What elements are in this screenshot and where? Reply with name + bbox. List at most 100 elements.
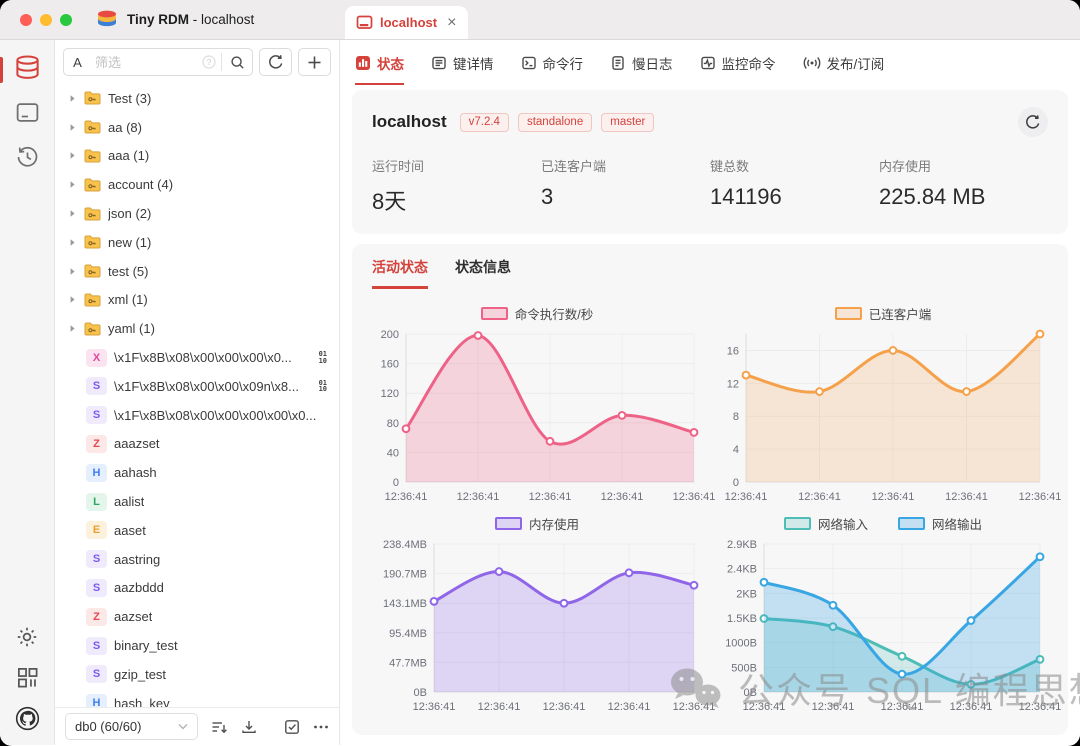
activity-bar — [0, 40, 55, 745]
checkbox-icon[interactable] — [284, 719, 300, 735]
folder-label: test (5) — [108, 264, 148, 279]
nav-tab-status[interactable]: 状态 — [355, 40, 404, 85]
history-icon[interactable] — [15, 145, 40, 169]
nav-tab-5[interactable]: 发布/订阅 — [803, 40, 885, 85]
legend-label: 命令执行数/秒 — [515, 304, 593, 323]
activity-bar-bottom — [15, 625, 40, 731]
panel-tab-0[interactable]: 活动状态 — [372, 257, 428, 289]
tree-folder-row[interactable]: new (1) — [55, 228, 339, 257]
svg-text:12:36:41: 12:36:41 — [725, 491, 768, 503]
server-box-icon[interactable] — [15, 101, 40, 124]
legend-entry[interactable]: 网络输出 — [898, 514, 982, 533]
tree-folder-row[interactable]: aa (8) — [55, 113, 339, 142]
svg-text:47.7MB: 47.7MB — [389, 657, 427, 669]
svg-text:12:36:41: 12:36:41 — [945, 491, 988, 503]
svg-text:0B: 0B — [414, 687, 427, 699]
key-type-badge: H — [86, 694, 107, 707]
legend-swatch — [495, 517, 522, 530]
github-icon[interactable] — [15, 706, 40, 731]
download-icon[interactable] — [241, 719, 257, 735]
reload-keys-button[interactable] — [259, 48, 292, 76]
add-key-button[interactable] — [298, 48, 331, 76]
tree-key-row[interactable]: Laalist — [55, 487, 339, 516]
minimize-window-button[interactable] — [40, 14, 52, 26]
search-icon[interactable] — [222, 55, 252, 70]
connection-tab[interactable]: localhost × — [345, 6, 468, 39]
chart-legend: 内存使用 — [372, 512, 702, 534]
pubsub-icon — [803, 55, 821, 71]
tree-key-row[interactable]: Saastring — [55, 545, 339, 574]
folder-icon — [84, 322, 101, 336]
tree-folder-row[interactable]: json (2) — [55, 199, 339, 228]
svg-text:12:36:41: 12:36:41 — [812, 701, 855, 713]
close-icon[interactable]: × — [447, 15, 456, 31]
svg-text:12:36:41: 12:36:41 — [608, 701, 651, 713]
legend-label: 网络输入 — [818, 514, 868, 533]
chevron-right-icon[interactable] — [68, 180, 77, 189]
tree-folder-row[interactable]: yaml (1) — [55, 314, 339, 343]
tree-key-row[interactable]: Eaaset — [55, 516, 339, 545]
tree-key-row[interactable]: S\x1F\x8B\x08\x00\x00\x00\x00\x0... — [55, 401, 339, 430]
server-badge: master — [601, 113, 654, 132]
chevron-right-icon[interactable] — [68, 123, 77, 132]
chevron-right-icon[interactable] — [68, 267, 77, 276]
legend-entry[interactable]: 命令执行数/秒 — [481, 304, 593, 323]
tree-key-row[interactable]: Sbinary_test — [55, 631, 339, 660]
svg-text:12:36:41: 12:36:41 — [385, 491, 428, 503]
chevron-right-icon[interactable] — [68, 238, 77, 247]
svg-text:4: 4 — [733, 444, 739, 456]
nav-tab-2[interactable]: 命令行 — [521, 40, 584, 85]
gear-icon[interactable] — [15, 625, 39, 649]
legend-entry[interactable]: 网络输入 — [784, 514, 868, 533]
folder-icon — [84, 91, 101, 105]
chevron-right-icon[interactable] — [68, 324, 77, 333]
tree-key-row[interactable]: Hhash_key — [55, 689, 339, 707]
nav-tabs: 状态键详情命令行慢日志监控命令发布/订阅 — [340, 40, 1080, 85]
tree-key-row[interactable]: Haahash — [55, 458, 339, 487]
chevron-right-icon[interactable] — [68, 151, 77, 160]
svg-text:2KB: 2KB — [736, 588, 757, 600]
sort-load-icon[interactable] — [211, 719, 228, 735]
chevron-right-icon[interactable] — [68, 209, 77, 218]
charts-grid: 命令执行数/秒0408012016020012:36:4112:36:4112:… — [372, 302, 1048, 718]
nav-tab-1[interactable]: 键详情 — [431, 40, 494, 85]
tree-key-row[interactable]: Saazbddd — [55, 574, 339, 603]
tree-folder-row[interactable]: account (4) — [55, 170, 339, 199]
nav-tab-4[interactable]: 监控命令 — [700, 40, 776, 85]
server-info-card: localhost v7.2.4standalonemaster 运行时间8天已… — [352, 90, 1068, 234]
tree-key-row[interactable]: S\x1F\x8B\x08\x00\x00\x09n\x8...0110 — [55, 372, 339, 401]
key-name-label: aalist — [114, 494, 144, 509]
svg-text:?: ? — [207, 58, 212, 67]
filter-input[interactable] — [91, 55, 202, 70]
svg-text:12:36:41: 12:36:41 — [413, 701, 456, 713]
tree-folder-row[interactable]: xml (1) — [55, 286, 339, 315]
svg-text:1.5KB: 1.5KB — [727, 613, 757, 625]
tree-key-row[interactable]: X\x1F\x8B\x08\x00\x00\x00\x0...0110 — [55, 343, 339, 372]
close-window-button[interactable] — [20, 14, 32, 26]
key-type-badge: Z — [86, 435, 107, 453]
legend-entry[interactable]: 已连客户端 — [835, 304, 932, 323]
apps-grid-icon[interactable] — [16, 666, 39, 689]
chevron-right-icon[interactable] — [68, 295, 77, 304]
chart-network-io: 网络输入网络输出0B500B1000B1.5KB2KB2.4KB2.9KB12:… — [718, 512, 1048, 718]
chevron-right-icon[interactable] — [68, 94, 77, 103]
more-icon[interactable] — [313, 724, 329, 730]
panel-tab-1[interactable]: 状态信息 — [455, 257, 511, 289]
zoom-window-button[interactable] — [60, 14, 72, 26]
chart-connected-clients: 已连客户端048121612:36:4112:36:4112:36:4112:3… — [718, 302, 1048, 508]
tree-key-row[interactable]: Zaaazset — [55, 430, 339, 459]
database-select[interactable]: db0 (60/60) — [65, 713, 198, 740]
tree-folder-row[interactable]: aaa (1) — [55, 142, 339, 171]
nav-tab-3[interactable]: 慢日志 — [610, 40, 673, 85]
database-icon[interactable] — [14, 55, 41, 80]
key-name-label: \x1F\x8B\x08\x00\x00\x00\x00\x0... — [114, 408, 316, 423]
refresh-stats-button[interactable] — [1018, 107, 1048, 137]
activity-bar-top — [14, 55, 41, 169]
app-logo-icon — [96, 9, 118, 30]
legend-entry[interactable]: 内存使用 — [495, 514, 579, 533]
tree-folder-row[interactable]: test (5) — [55, 257, 339, 286]
tree-key-row[interactable]: Sgzip_test — [55, 660, 339, 689]
tree-folder-row[interactable]: Test (3) — [55, 84, 339, 113]
filter-mode-button[interactable]: A — [64, 55, 91, 70]
tree-key-row[interactable]: Zaazset — [55, 602, 339, 631]
